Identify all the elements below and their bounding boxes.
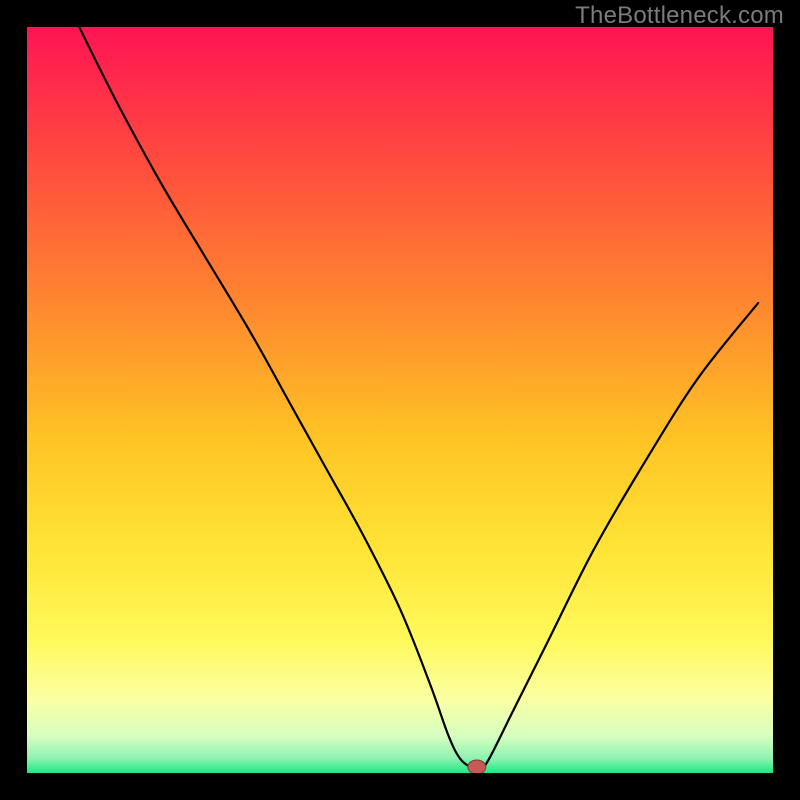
plot-area bbox=[27, 27, 773, 773]
gradient-background bbox=[27, 27, 773, 773]
minimum-marker bbox=[468, 760, 486, 773]
figure-root: TheBottleneck.com bbox=[0, 0, 800, 800]
watermark: TheBottleneck.com bbox=[575, 2, 784, 30]
bottleneck-chart bbox=[27, 27, 773, 773]
